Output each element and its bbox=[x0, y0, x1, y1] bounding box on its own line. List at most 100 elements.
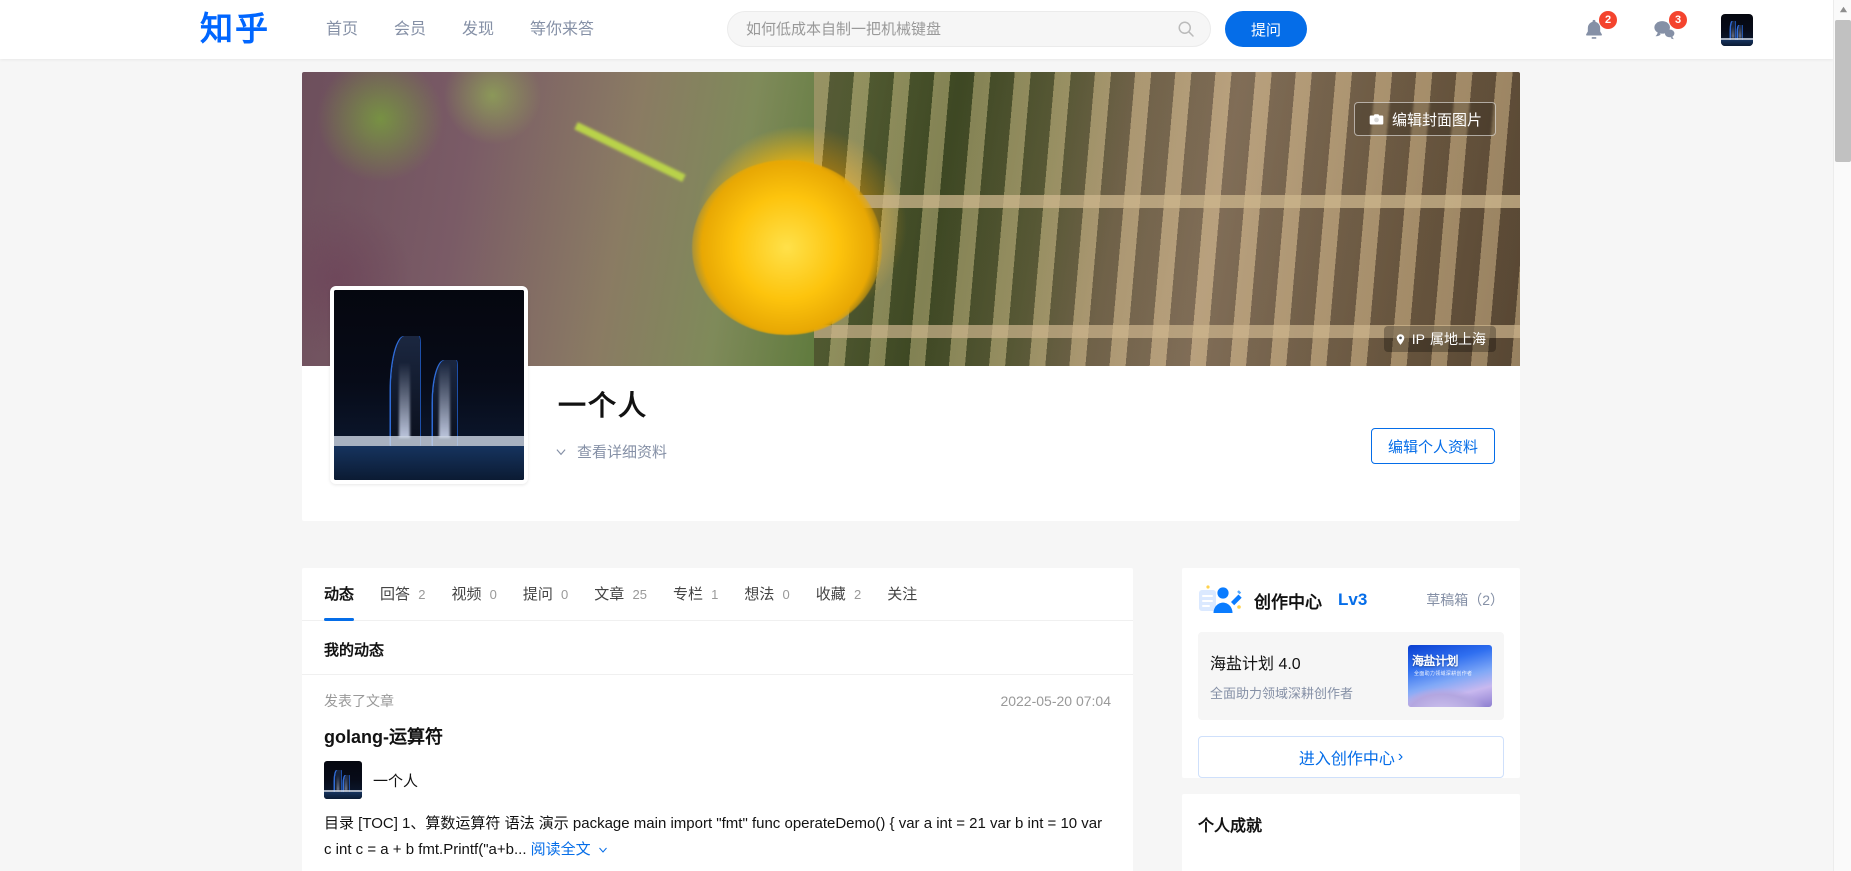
cover-flower bbox=[691, 160, 882, 336]
profile-tabs: 动态 回答 2 视频 0 提问 0 文章 25 专栏 1 想法 0 收藏 2 关… bbox=[302, 568, 1133, 621]
top-navigation-bar: 知乎 首页 会员 发现 等你来答 提问 2 bbox=[0, 0, 1833, 59]
feed-item-excerpt: 目录 [TOC] 1、算数运算符 语法 演示 package main impo… bbox=[324, 815, 1103, 858]
tab-articles-label: 文章 bbox=[594, 585, 625, 603]
promo-dune bbox=[1408, 679, 1492, 707]
read-more-link[interactable]: 阅读全文 bbox=[531, 841, 609, 858]
feed-author-avatar-image bbox=[324, 761, 362, 799]
tab-columns[interactable]: 专栏 1 bbox=[673, 568, 718, 621]
tab-collections[interactable]: 收藏 2 bbox=[816, 568, 861, 621]
edit-profile-button[interactable]: 编辑个人资料 bbox=[1370, 428, 1495, 464]
enter-creator-center-button[interactable]: 进入创作中心 › bbox=[1198, 736, 1504, 778]
tab-following[interactable]: 关注 bbox=[887, 568, 917, 621]
notifications-badge: 2 bbox=[1599, 10, 1617, 29]
tab-questions-count: 0 bbox=[561, 586, 569, 602]
promo-text: 海盐计划 4.0 全面助力领域深耕创作者 bbox=[1210, 650, 1398, 702]
page-content: 编辑封面图片 IP 属地上海 一个人 查看详细资料 编辑个人资料 动态 回答 2… bbox=[0, 59, 1833, 871]
nav-item-membership[interactable]: 会员 bbox=[390, 0, 430, 59]
feed-item-action: 发表了文章 bbox=[324, 693, 394, 709]
achievements-title: 个人成就 bbox=[1198, 818, 1263, 835]
tab-collections-label: 收藏 bbox=[815, 585, 846, 603]
promo-banner-subtitle: 全面助力领域深耕创作者 bbox=[1414, 671, 1473, 677]
chevron-down-icon bbox=[598, 847, 607, 853]
tab-videos-label: 视频 bbox=[451, 585, 482, 603]
tab-thoughts-label: 想法 bbox=[744, 585, 775, 603]
view-details-label: 查看详细资料 bbox=[577, 444, 668, 461]
tab-columns-label: 专栏 bbox=[672, 585, 703, 603]
zhihu-logo[interactable]: 知乎 bbox=[200, 8, 270, 50]
edit-cover-label: 编辑封面图片 bbox=[1391, 111, 1482, 129]
nav-item-explore[interactable]: 发现 bbox=[458, 0, 498, 59]
feed-section-title: 我的动态 bbox=[302, 621, 1133, 675]
chevron-up-icon bbox=[1839, 6, 1847, 12]
ip-location-text: 属地上海 bbox=[1430, 331, 1486, 347]
promo-banner[interactable]: 海盐计划 4.0 全面助力领域深耕创作者 海盐计划 全面助力领域深耕创作者 bbox=[1198, 632, 1504, 720]
nav-action-group: 2 3 bbox=[1581, 0, 1753, 59]
feed-item-meta: 发表了文章 2022-05-20 07:04 bbox=[324, 691, 1111, 711]
messages-button[interactable]: 3 bbox=[1651, 10, 1687, 43]
creator-center-header: 创作中心 Lv3 草稿箱（2） bbox=[1182, 568, 1520, 632]
profile-name: 一个人 bbox=[558, 390, 649, 421]
search-icon[interactable] bbox=[1176, 19, 1196, 39]
tab-answers-count: 2 bbox=[418, 586, 426, 602]
feed-item: 发表了文章 2022-05-20 07:04 golang-运算符 一个人 目录… bbox=[302, 675, 1133, 871]
feed-item-author[interactable]: 一个人 bbox=[324, 761, 1111, 799]
chevron-right-icon: › bbox=[1397, 748, 1404, 765]
profile-info: 一个人 查看详细资料 编辑个人资料 bbox=[302, 286, 1520, 521]
tab-questions-label: 提问 bbox=[522, 585, 553, 603]
tab-thoughts-count: 0 bbox=[782, 586, 790, 602]
ip-location-badge: IP 属地上海 bbox=[1383, 326, 1496, 352]
promo-banner-title: 海盐计划 bbox=[1412, 654, 1459, 668]
promo-image: 海盐计划 全面助力领域深耕创作者 bbox=[1408, 645, 1492, 707]
drafts-link[interactable]: 草稿箱（2） bbox=[1426, 590, 1504, 610]
feed-author-avatar bbox=[324, 761, 362, 799]
scrollbar-thumb[interactable] bbox=[1835, 20, 1851, 162]
profile-avatar[interactable] bbox=[330, 286, 528, 484]
scrollbar-up-button[interactable] bbox=[1834, 0, 1851, 18]
ip-prefix: IP bbox=[1411, 331, 1425, 347]
tab-answers[interactable]: 回答 2 bbox=[380, 568, 425, 621]
search-bar[interactable] bbox=[727, 11, 1211, 47]
creator-center-card: 创作中心 Lv3 草稿箱（2） 海盐计划 4.0 全面助力领域深耕创作者 海盐计… bbox=[1182, 568, 1520, 778]
right-sidebar: 创作中心 Lv3 草稿箱（2） 海盐计划 4.0 全面助力领域深耕创作者 海盐计… bbox=[1182, 568, 1520, 871]
promo-subtitle: 全面助力领域深耕创作者 bbox=[1210, 686, 1354, 701]
enter-creator-center-label: 进入创作中心 bbox=[1298, 751, 1395, 768]
tab-articles[interactable]: 文章 25 bbox=[594, 568, 647, 621]
feed-item-excerpt-wrap: 目录 [TOC] 1、算数运算符 语法 演示 package main impo… bbox=[324, 811, 1111, 863]
edit-cover-button[interactable]: 编辑封面图片 bbox=[1353, 102, 1496, 136]
avatar-image bbox=[1721, 13, 1753, 46]
camera-icon bbox=[1369, 113, 1384, 125]
read-more-label: 阅读全文 bbox=[530, 841, 591, 858]
creator-level-badge: Lv3 bbox=[1338, 590, 1368, 609]
tab-collections-count: 2 bbox=[853, 586, 862, 602]
feed-author-name: 一个人 bbox=[373, 772, 419, 790]
main-nav-links: 首页 会员 发现 等你来答 bbox=[322, 0, 598, 59]
nav-item-home[interactable]: 首页 bbox=[322, 0, 362, 59]
creator-center-title: 创作中心 bbox=[1254, 592, 1322, 612]
chevron-down-icon bbox=[556, 448, 566, 455]
tab-columns-count: 1 bbox=[711, 586, 719, 602]
search-input[interactable] bbox=[746, 20, 1176, 38]
tab-activity-label: 动态 bbox=[324, 585, 355, 603]
feed-item-title[interactable]: golang-运算符 bbox=[324, 723, 1111, 749]
tab-videos[interactable]: 视频 0 bbox=[451, 568, 496, 621]
tab-thoughts[interactable]: 想法 0 bbox=[744, 568, 789, 621]
location-pin-icon bbox=[1396, 333, 1405, 345]
tab-answers-label: 回答 bbox=[380, 585, 411, 603]
user-avatar-button[interactable] bbox=[1721, 13, 1753, 46]
profile-avatar-image bbox=[334, 290, 524, 480]
view-details-toggle[interactable]: 查看详细资料 bbox=[554, 441, 667, 462]
activity-feed: 动态 回答 2 视频 0 提问 0 文章 25 专栏 1 想法 0 收藏 2 关… bbox=[302, 568, 1133, 871]
tab-following-label: 关注 bbox=[887, 585, 918, 603]
ask-question-button[interactable]: 提问 bbox=[1225, 11, 1307, 47]
notifications-button[interactable]: 2 bbox=[1581, 10, 1617, 43]
tab-activity[interactable]: 动态 bbox=[324, 568, 355, 621]
tab-articles-count: 25 bbox=[632, 586, 647, 602]
promo-title: 海盐计划 4.0 bbox=[1210, 656, 1301, 673]
feed-item-time: 2022-05-20 07:04 bbox=[1000, 693, 1111, 709]
nav-item-waiting-for-you[interactable]: 等你来答 bbox=[526, 0, 598, 59]
achievements-card: 个人成就 bbox=[1182, 794, 1520, 871]
vertical-scrollbar[interactable] bbox=[1833, 0, 1851, 871]
page-left-gutter bbox=[0, 118, 8, 871]
cover-fence-rail-top bbox=[813, 195, 1520, 209]
tab-questions[interactable]: 提问 0 bbox=[523, 568, 568, 621]
